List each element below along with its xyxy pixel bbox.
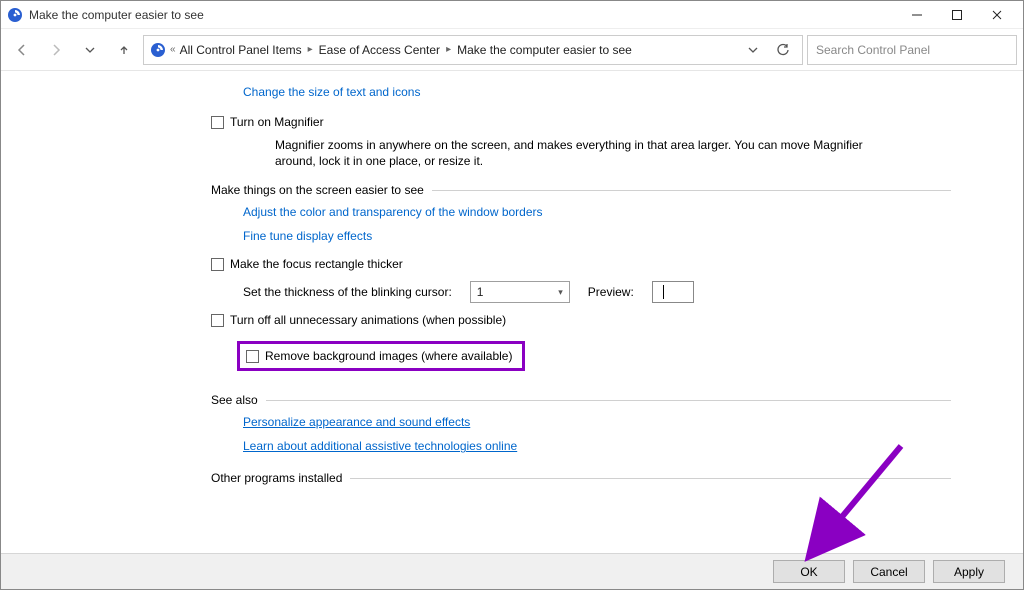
- section-see-easier-title: Make things on the screen easier to see: [211, 183, 424, 197]
- cursor-thickness-value: 1: [477, 285, 484, 299]
- remove-bg-highlight: Remove background images (where availabl…: [237, 341, 525, 371]
- content-area: Change the size of text and icons Turn o…: [1, 71, 1023, 553]
- nav-row: « All Control Panel Items ▸ Ease of Acce…: [1, 29, 1023, 71]
- chevron-right-icon: ▸: [444, 44, 453, 55]
- ok-button[interactable]: OK: [773, 560, 845, 583]
- change-text-size-link[interactable]: Change the size of text and icons: [243, 85, 420, 99]
- maximize-button[interactable]: [937, 2, 977, 28]
- animations-off-checkbox-label: Turn off all unnecessary animations (whe…: [230, 313, 506, 327]
- cursor-preview-line: [663, 285, 664, 299]
- remove-bg-checkbox[interactable]: [246, 350, 259, 363]
- focus-rect-checkbox[interactable]: [211, 258, 224, 271]
- cursor-thickness-label: Set the thickness of the blinking cursor…: [243, 285, 452, 299]
- nav-recent-button[interactable]: [75, 35, 105, 65]
- cancel-button[interactable]: Cancel: [853, 560, 925, 583]
- focus-rect-checkbox-label: Make the focus rectangle thicker: [230, 257, 403, 271]
- section-rule: [432, 190, 951, 191]
- chevron-down-icon: ▾: [558, 287, 563, 298]
- nav-up-button[interactable]: [109, 35, 139, 65]
- fine-tune-link[interactable]: Fine tune display effects: [243, 229, 372, 243]
- chevron-right-icon: ▸: [306, 44, 315, 55]
- other-programs-title: Other programs installed: [211, 471, 342, 485]
- nav-back-button[interactable]: [7, 35, 37, 65]
- magnifier-checkbox[interactable]: [211, 116, 224, 129]
- address-dropdown-button[interactable]: [740, 37, 766, 63]
- section-rule: [350, 478, 951, 479]
- search-box[interactable]: [807, 35, 1017, 65]
- refresh-button[interactable]: [770, 37, 796, 63]
- magnifier-description: Magnifier zooms in anywhere on the scree…: [275, 137, 895, 169]
- preview-label: Preview:: [588, 285, 634, 299]
- titlebar: Make the computer easier to see: [1, 1, 1023, 29]
- animations-off-checkbox[interactable]: [211, 314, 224, 327]
- cursor-thickness-select[interactable]: 1 ▾: [470, 281, 570, 303]
- breadcrumb-level1[interactable]: All Control Panel Items: [180, 43, 302, 57]
- nav-forward-button[interactable]: [41, 35, 71, 65]
- app-icon: [7, 7, 23, 23]
- apply-button[interactable]: Apply: [933, 560, 1005, 583]
- magnifier-checkbox-label: Turn on Magnifier: [230, 115, 324, 129]
- cursor-preview: [652, 281, 694, 303]
- history-chevrons-icon[interactable]: «: [170, 44, 176, 55]
- section-rule: [266, 400, 951, 401]
- breadcrumb-level3[interactable]: Make the computer easier to see: [457, 43, 632, 57]
- learn-assistive-link[interactable]: Learn about additional assistive technol…: [243, 439, 517, 453]
- breadcrumb-level2[interactable]: Ease of Access Center: [319, 43, 440, 57]
- personalize-link[interactable]: Personalize appearance and sound effects: [243, 415, 470, 429]
- control-panel-icon: [150, 42, 166, 58]
- search-input[interactable]: [816, 43, 1008, 57]
- minimize-button[interactable]: [897, 2, 937, 28]
- close-button[interactable]: [977, 2, 1017, 28]
- adjust-borders-link[interactable]: Adjust the color and transparency of the…: [243, 205, 543, 219]
- bottom-bar: OK Cancel Apply: [1, 553, 1023, 589]
- see-also-title: See also: [211, 393, 258, 407]
- remove-bg-checkbox-label: Remove background images (where availabl…: [265, 349, 512, 363]
- address-bar[interactable]: « All Control Panel Items ▸ Ease of Acce…: [143, 35, 803, 65]
- window-title: Make the computer easier to see: [29, 8, 204, 22]
